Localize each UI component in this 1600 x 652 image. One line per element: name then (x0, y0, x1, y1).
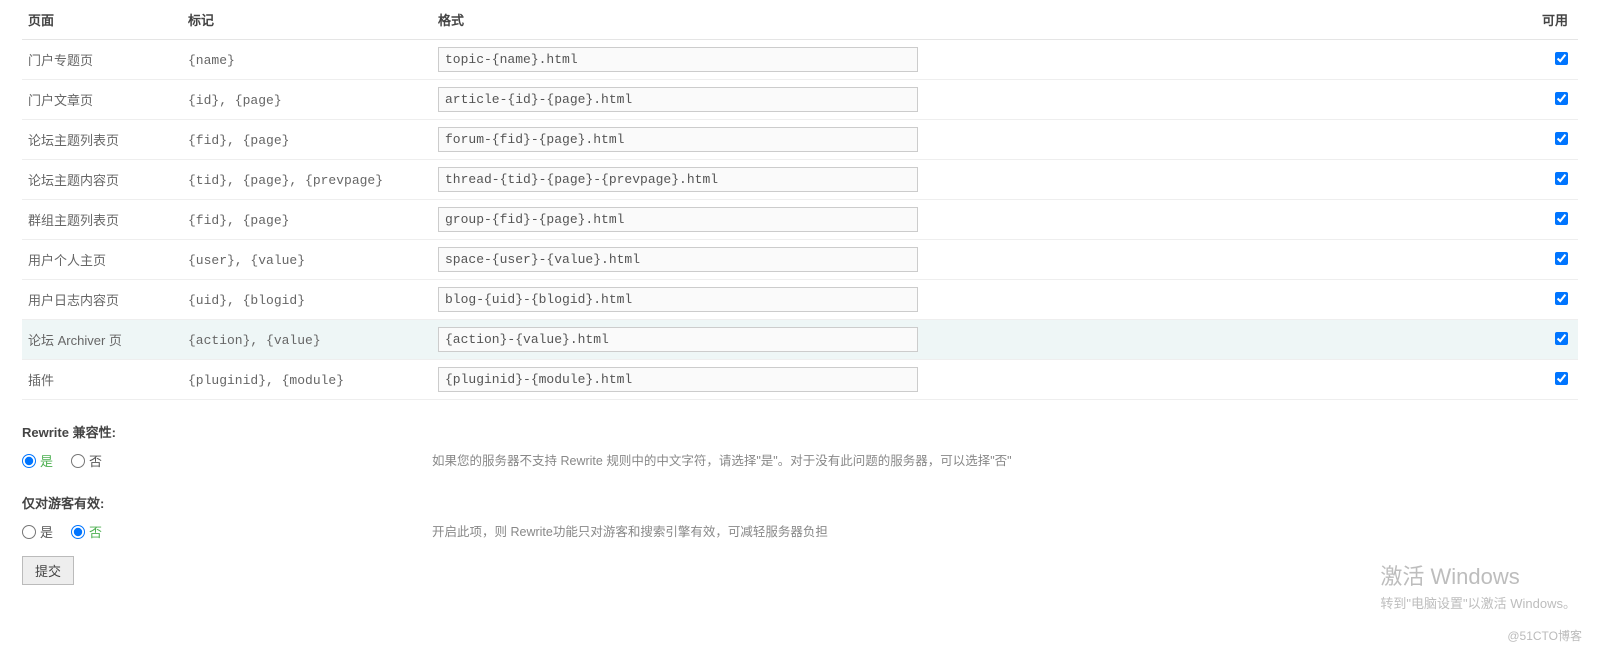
table-row: 门户文章页 {id}, {page} (22, 80, 1578, 120)
guest-help: 开启此项，则 Rewrite功能只对游客和搜索引擎有效，可减轻服务器负担 (432, 522, 828, 542)
header-avail: 可用 (1518, 0, 1578, 40)
table-row: 论坛主题列表页 {fid}, {page} (22, 120, 1578, 160)
available-checkbox[interactable] (1555, 252, 1568, 265)
rewrite-compat-section: Rewrite 兼容性: 是 否 如果您的服务器不支持 Rewrite 规则中的… (22, 422, 1578, 471)
format-input[interactable] (438, 287, 918, 312)
page-name-cell: 论坛 Archiver 页 (22, 320, 182, 360)
compat-yes-label: 是 (40, 451, 53, 470)
table-row: 论坛 Archiver 页 {action}, {value} (22, 320, 1578, 360)
page-name-cell: 论坛主题内容页 (22, 160, 182, 200)
page-name-cell: 用户个人主页 (22, 240, 182, 280)
guest-yes-radio[interactable] (22, 525, 36, 539)
format-input[interactable] (438, 327, 918, 352)
guest-title: 仅对游客有效: (22, 493, 1578, 512)
tag-cell: {user}, {value} (188, 253, 305, 268)
compat-no-radio[interactable] (71, 454, 85, 468)
guest-yes-option[interactable]: 是 (22, 522, 53, 541)
guest-no-label: 否 (89, 522, 102, 541)
tag-cell: {id}, {page} (188, 93, 282, 108)
compat-title: Rewrite 兼容性: (22, 422, 1578, 441)
table-row: 用户个人主页 {user}, {value} (22, 240, 1578, 280)
available-checkbox[interactable] (1555, 92, 1568, 105)
compat-no-option[interactable]: 否 (71, 451, 102, 470)
available-checkbox[interactable] (1555, 372, 1568, 385)
compat-no-label: 否 (89, 451, 102, 470)
format-input[interactable] (438, 87, 918, 112)
header-page: 页面 (22, 0, 182, 40)
compat-yes-option[interactable]: 是 (22, 451, 53, 470)
table-row: 群组主题列表页 {fid}, {page} (22, 200, 1578, 240)
rewrite-settings-table: 页面 标记 格式 可用 门户专题页 {name} 门户文章页 {id}, {page}… (22, 0, 1578, 400)
header-tag: 标记 (182, 0, 432, 40)
format-input[interactable] (438, 47, 918, 72)
format-input[interactable] (438, 247, 918, 272)
available-checkbox[interactable] (1555, 172, 1568, 185)
submit-button[interactable]: 提交 (22, 556, 74, 585)
available-checkbox[interactable] (1555, 292, 1568, 305)
page-name-cell: 论坛主题列表页 (22, 120, 182, 160)
tag-cell: {action}, {value} (188, 333, 321, 348)
windows-activation-watermark: 激活 Windows 转到"电脑设置"以激活 Windows。 (1380, 559, 1576, 612)
tag-cell: {tid}, {page}, {prevpage} (188, 173, 383, 188)
table-row: 论坛主题内容页 {tid}, {page}, {prevpage} (22, 160, 1578, 200)
format-input[interactable] (438, 207, 918, 232)
guest-no-radio[interactable] (71, 525, 85, 539)
tag-cell: {pluginid}, {module} (188, 373, 344, 388)
available-checkbox[interactable] (1555, 212, 1568, 225)
available-checkbox[interactable] (1555, 52, 1568, 65)
format-input[interactable] (438, 367, 918, 392)
table-row: 插件 {pluginid}, {module} (22, 360, 1578, 400)
page-name-cell: 门户专题页 (22, 40, 182, 80)
tag-cell: {name} (188, 53, 235, 68)
tag-cell: {fid}, {page} (188, 213, 289, 228)
guest-no-option[interactable]: 否 (71, 522, 102, 541)
blog-watermark: @51CTO博客 (1507, 627, 1582, 644)
table-row: 门户专题页 {name} (22, 40, 1578, 80)
available-checkbox[interactable] (1555, 132, 1568, 145)
tag-cell: {uid}, {blogid} (188, 293, 305, 308)
format-input[interactable] (438, 167, 918, 192)
guest-only-section: 仅对游客有效: 是 否 开启此项，则 Rewrite功能只对游客和搜索引擎有效，… (22, 493, 1578, 542)
page-name-cell: 用户日志内容页 (22, 280, 182, 320)
available-checkbox[interactable] (1555, 332, 1568, 345)
compat-help: 如果您的服务器不支持 Rewrite 规则中的中文字符，请选择"是"。对于没有此… (432, 451, 1012, 471)
tag-cell: {fid}, {page} (188, 133, 289, 148)
guest-yes-label: 是 (40, 522, 53, 541)
compat-yes-radio[interactable] (22, 454, 36, 468)
header-format: 格式 (432, 0, 1518, 40)
table-row: 用户日志内容页 {uid}, {blogid} (22, 280, 1578, 320)
page-name-cell: 门户文章页 (22, 80, 182, 120)
format-input[interactable] (438, 127, 918, 152)
page-name-cell: 插件 (22, 360, 182, 400)
page-name-cell: 群组主题列表页 (22, 200, 182, 240)
